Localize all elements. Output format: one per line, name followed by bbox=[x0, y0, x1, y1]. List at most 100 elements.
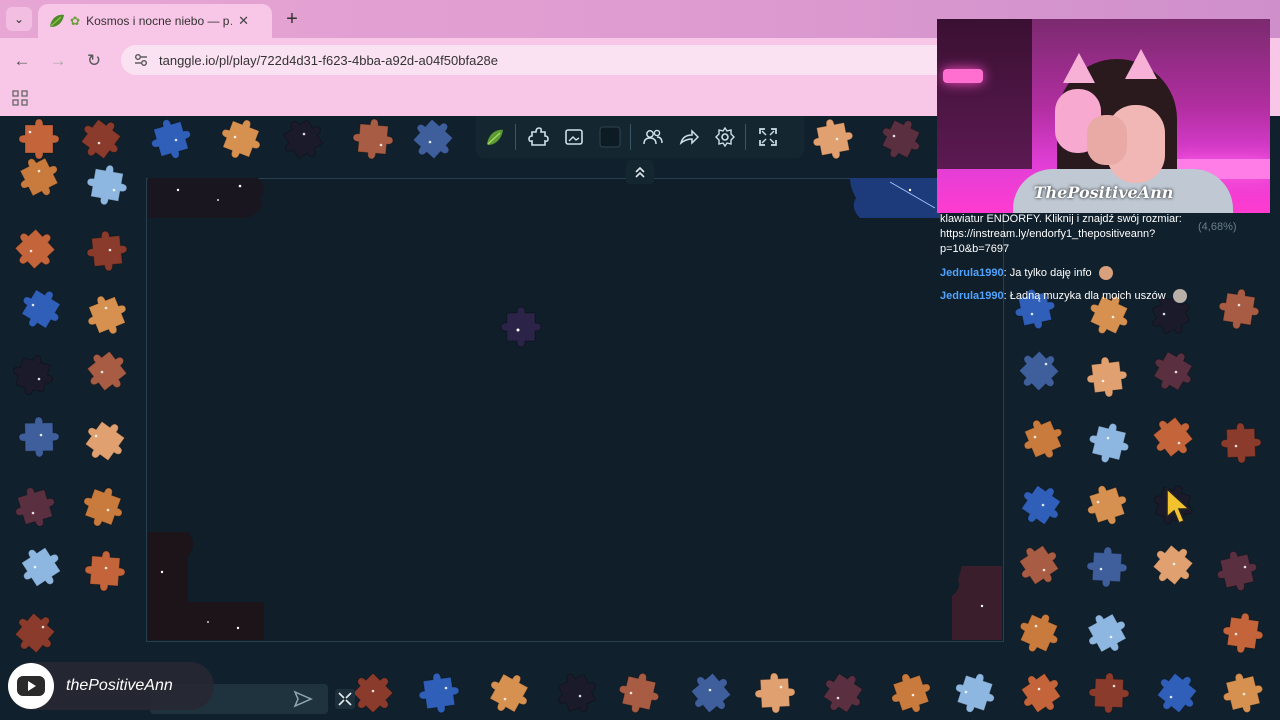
puzzle-piece[interactable] bbox=[416, 670, 462, 716]
puzzle-piece[interactable] bbox=[84, 228, 130, 274]
mouse-cursor-icon bbox=[1166, 487, 1191, 524]
puzzle-piece[interactable] bbox=[82, 548, 128, 594]
webcam-caption: ThePositiveAnn bbox=[1033, 183, 1174, 202]
pieces-filter-button[interactable] bbox=[521, 122, 555, 152]
puzzle-piece[interactable] bbox=[878, 116, 924, 162]
puzzle-piece[interactable] bbox=[18, 544, 64, 590]
active-tab[interactable]: ✿ Kosmos i nocne niebo — p… ✕ bbox=[38, 4, 272, 38]
close-tab-icon[interactable]: ✕ bbox=[238, 13, 249, 29]
puzzle-piece[interactable] bbox=[12, 226, 58, 272]
puzzle-piece[interactable] bbox=[280, 116, 326, 162]
puzzle-piece[interactable] bbox=[1084, 544, 1130, 590]
puzzle-piece[interactable] bbox=[1016, 348, 1062, 394]
gear-icon bbox=[715, 126, 735, 148]
collapse-toolbar-button[interactable] bbox=[626, 160, 654, 184]
puzzle-piece[interactable] bbox=[1150, 542, 1196, 588]
puzzle-piece[interactable] bbox=[952, 670, 998, 716]
puzzle-piece[interactable] bbox=[1214, 548, 1260, 594]
back-button[interactable]: ← bbox=[11, 50, 33, 72]
puzzle-piece[interactable] bbox=[810, 116, 856, 162]
share-arrow-icon bbox=[679, 129, 700, 145]
puzzle-piece[interactable] bbox=[16, 414, 62, 460]
assembled-fragment-top-right[interactable] bbox=[850, 178, 940, 218]
shrink-icon[interactable] bbox=[334, 688, 356, 710]
puzzle-piece[interactable] bbox=[84, 162, 130, 208]
puzzle-piece[interactable] bbox=[616, 670, 662, 716]
site-settings-icon[interactable] bbox=[133, 52, 149, 68]
fullscreen-button[interactable] bbox=[751, 122, 785, 152]
chat-message: Jedrula1990: Ja tylko daję info bbox=[940, 266, 1113, 281]
channel-name: thePositiveAnn bbox=[66, 677, 173, 694]
color-square-icon bbox=[599, 126, 621, 148]
cat-ear-headphone bbox=[1125, 49, 1157, 79]
users-icon bbox=[643, 129, 663, 145]
puzzle-piece[interactable] bbox=[1086, 670, 1132, 716]
puzzle-piece-icon bbox=[528, 127, 549, 146]
puzzle-piece[interactable] bbox=[78, 116, 124, 162]
puzzle-piece[interactable] bbox=[820, 670, 866, 716]
puzzle-piece-on-board[interactable] bbox=[498, 304, 544, 350]
assembled-fragment-bottom-right[interactable] bbox=[952, 566, 1002, 640]
players-button[interactable] bbox=[636, 122, 670, 152]
url-text: tanggle.io/pl/play/722d4d31-f623-4bba-a9… bbox=[159, 52, 499, 68]
puzzle-piece[interactable] bbox=[1220, 610, 1266, 656]
puzzle-piece[interactable] bbox=[1086, 420, 1132, 466]
puzzle-piece[interactable] bbox=[10, 352, 56, 398]
chat-username: Jedrula1990 bbox=[940, 267, 1004, 279]
puzzle-piece[interactable] bbox=[888, 670, 934, 716]
puzzle-piece[interactable] bbox=[410, 116, 456, 162]
chevron-down-icon: ⌄ bbox=[13, 12, 25, 26]
toolbar-separator bbox=[515, 124, 516, 150]
reload-button[interactable]: ↻ bbox=[83, 50, 105, 72]
puzzle-piece[interactable] bbox=[218, 116, 264, 162]
puzzle-piece[interactable] bbox=[1018, 670, 1064, 716]
puzzle-piece[interactable] bbox=[1150, 348, 1196, 394]
puzzle-piece[interactable] bbox=[12, 484, 58, 530]
chat-text: klawiatur ENDORFY. Kliknij i znajdź swój… bbox=[940, 213, 1182, 225]
puzzle-piece[interactable] bbox=[18, 286, 64, 332]
chat-text: Ładną muzyka dla moich uszów bbox=[1009, 290, 1166, 302]
puzzle-piece[interactable] bbox=[350, 116, 396, 162]
puzzle-piece[interactable] bbox=[1150, 414, 1196, 460]
puzzle-piece[interactable] bbox=[486, 670, 532, 716]
tanggle-logo-button[interactable] bbox=[478, 122, 512, 152]
emote-icon bbox=[1172, 289, 1187, 304]
expand-icon bbox=[759, 128, 777, 146]
puzzle-piece[interactable] bbox=[1020, 416, 1066, 462]
puzzle-piece[interactable] bbox=[1084, 354, 1130, 400]
emote-icon bbox=[1098, 266, 1113, 281]
new-tab-button[interactable]: + bbox=[280, 7, 304, 31]
puzzle-piece[interactable] bbox=[1220, 670, 1266, 716]
puzzle-piece[interactable] bbox=[1084, 482, 1130, 528]
puzzle-piece[interactable] bbox=[1154, 670, 1200, 716]
preview-image-button[interactable] bbox=[557, 122, 591, 152]
puzzle-piece[interactable] bbox=[16, 154, 62, 200]
background-color-button[interactable] bbox=[593, 122, 627, 152]
puzzle-piece[interactable] bbox=[82, 418, 128, 464]
puzzle-piece[interactable] bbox=[148, 116, 194, 162]
puzzle-board[interactable] bbox=[146, 178, 1004, 642]
apps-grid-icon[interactable] bbox=[12, 90, 28, 106]
forward-button[interactable]: → bbox=[47, 50, 69, 72]
puzzle-piece[interactable] bbox=[1016, 610, 1062, 656]
puzzle-piece[interactable] bbox=[1016, 542, 1062, 588]
puzzle-piece[interactable] bbox=[554, 670, 600, 716]
tab-search-button[interactable]: ⌄ bbox=[6, 7, 32, 31]
assembled-fragment-bottom-left[interactable] bbox=[148, 532, 264, 640]
assembled-fragment-top-left[interactable] bbox=[148, 178, 268, 218]
tab-title: Kosmos i nocne niebo — p… bbox=[86, 14, 233, 28]
puzzle-piece[interactable] bbox=[84, 292, 130, 338]
puzzle-piece[interactable] bbox=[1218, 420, 1264, 466]
puzzle-piece[interactable] bbox=[350, 670, 396, 716]
send-icon[interactable] bbox=[292, 688, 314, 710]
puzzle-piece[interactable] bbox=[80, 484, 126, 530]
puzzle-piece[interactable] bbox=[84, 348, 130, 394]
puzzle-piece[interactable] bbox=[688, 670, 734, 716]
share-button[interactable] bbox=[672, 122, 706, 152]
puzzle-piece[interactable] bbox=[752, 670, 798, 716]
puzzle-piece[interactable] bbox=[1018, 482, 1064, 528]
address-bar[interactable]: tanggle.io/pl/play/722d4d31-f623-4bba-a9… bbox=[121, 45, 951, 75]
settings-button[interactable] bbox=[708, 122, 742, 152]
puzzle-piece[interactable] bbox=[1084, 610, 1130, 656]
puzzle-piece[interactable] bbox=[12, 610, 58, 656]
